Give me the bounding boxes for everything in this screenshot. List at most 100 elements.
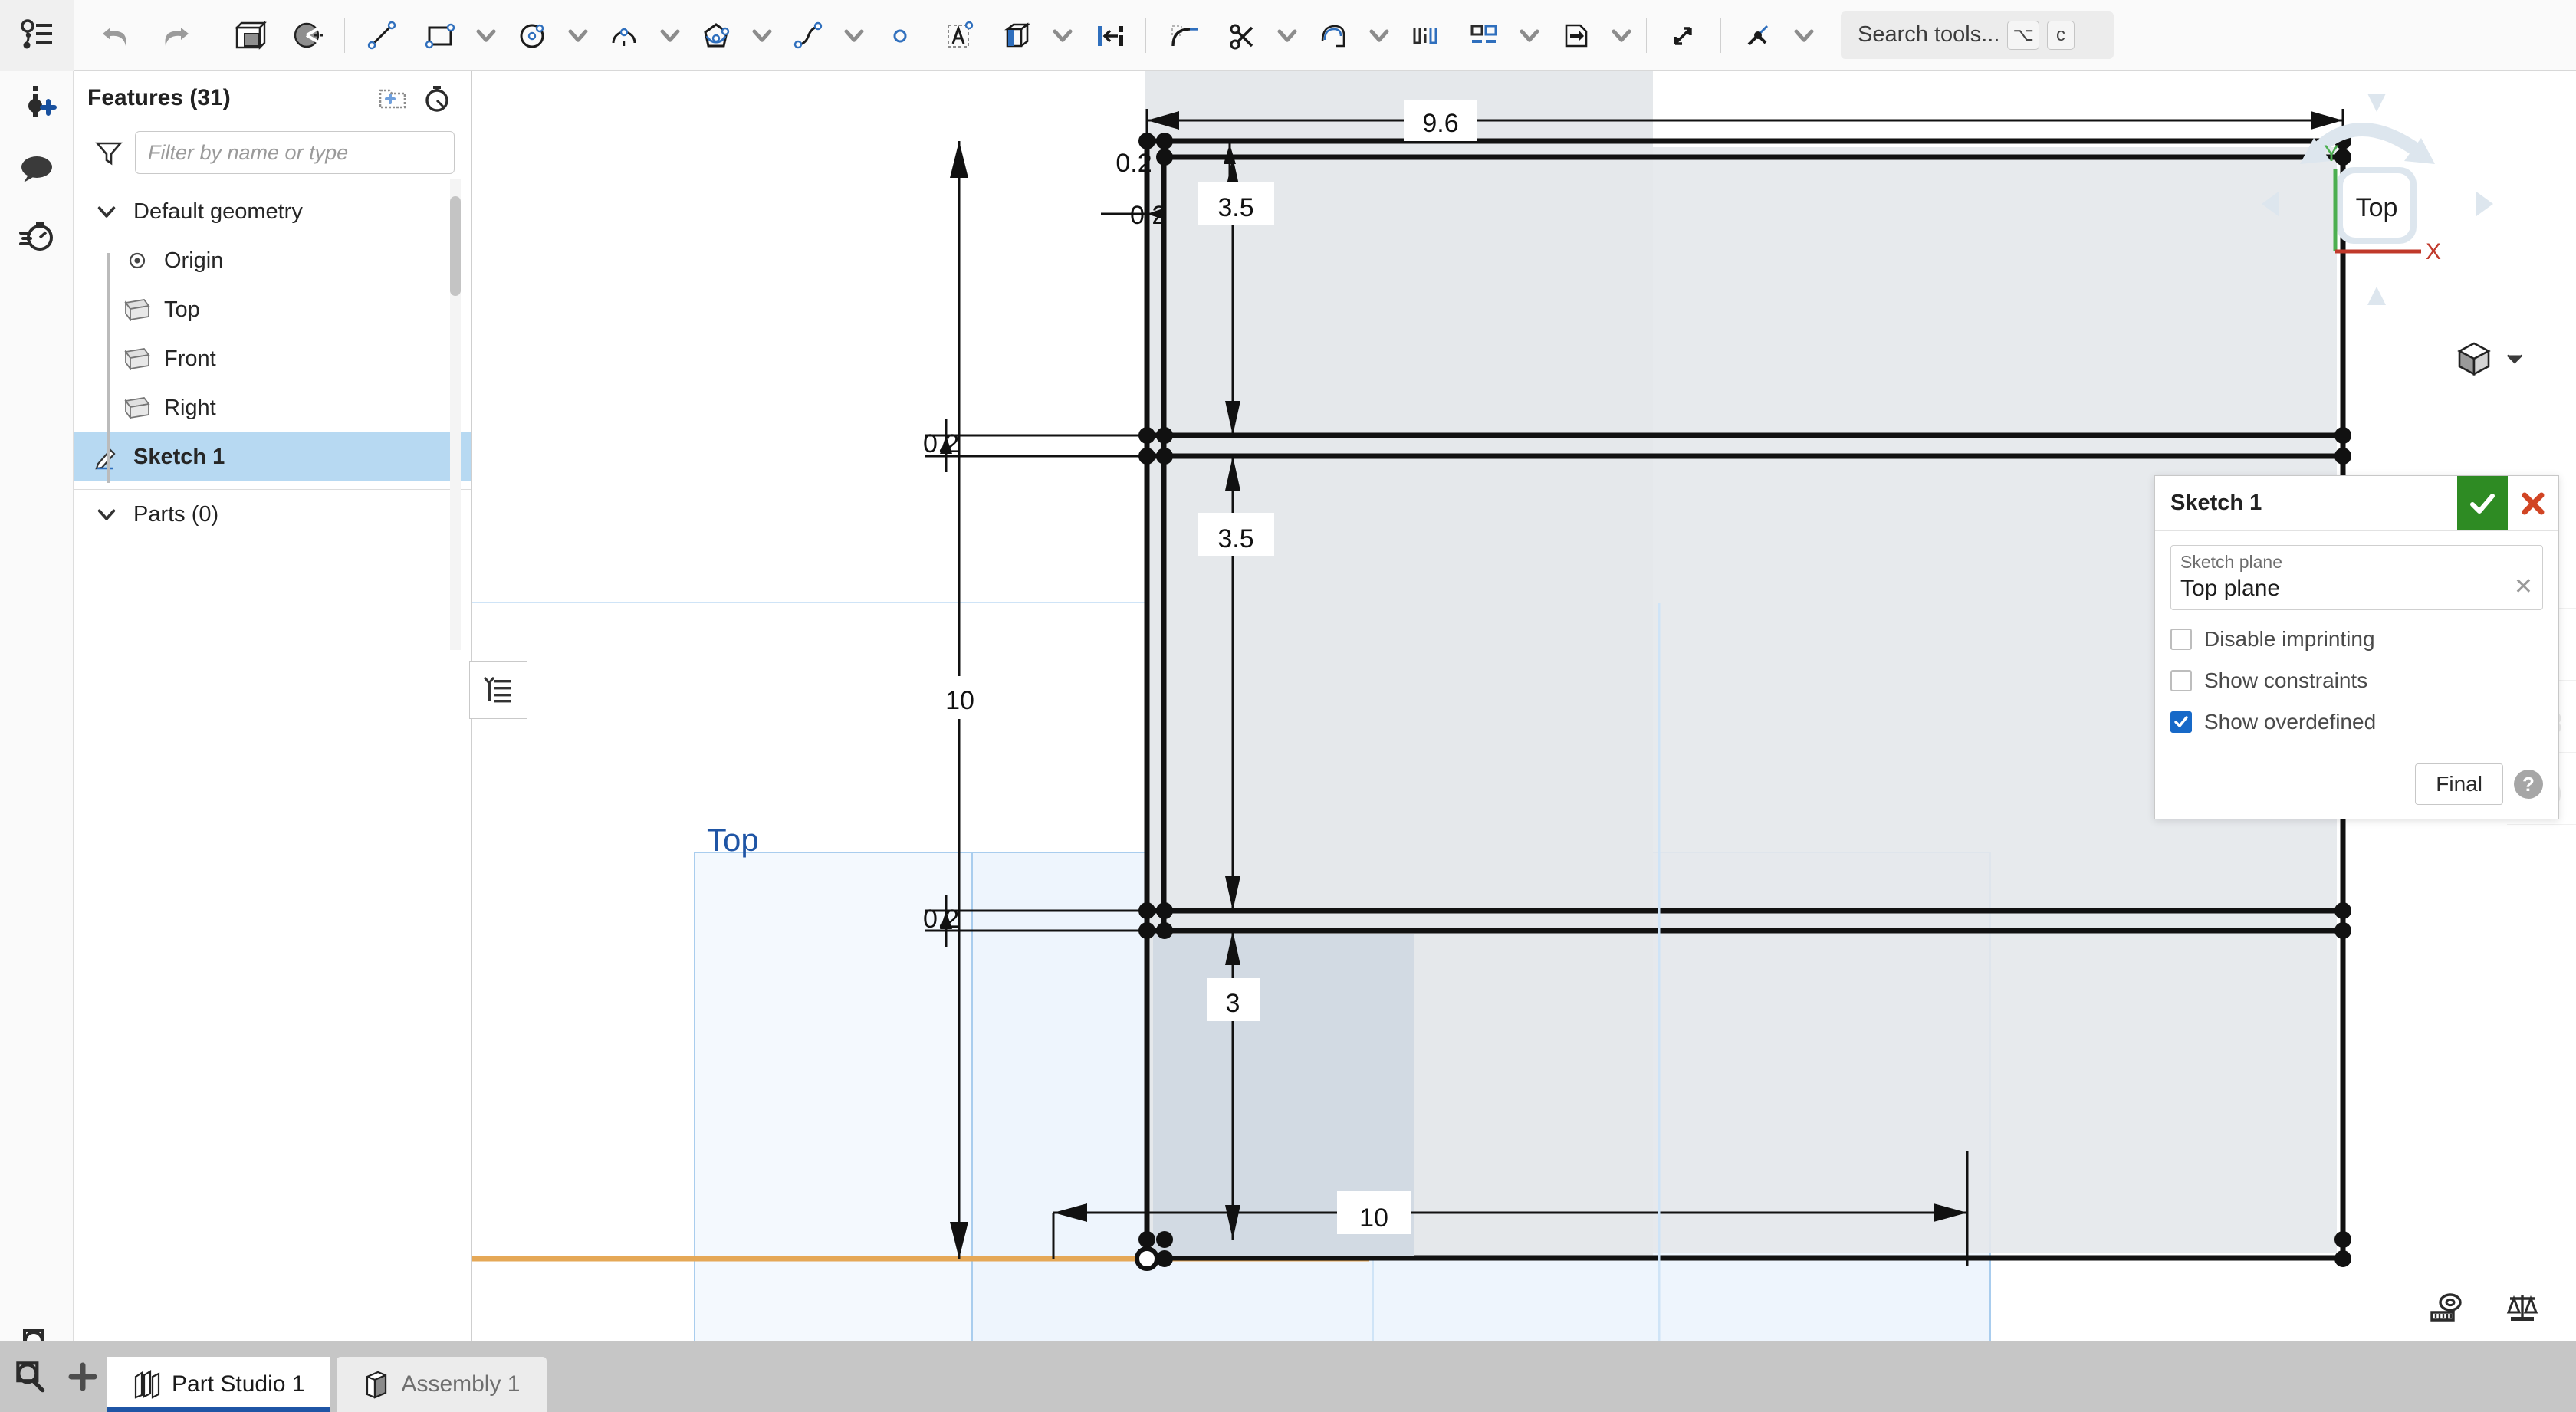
feature-filter-input[interactable]	[135, 131, 455, 174]
constraint-dropdown-caret[interactable]	[1787, 6, 1821, 64]
feature-tree-body[interactable]: Default geometry Origin Top Front	[74, 179, 472, 1341]
spline-dropdown-caret[interactable]	[837, 6, 871, 64]
search-input[interactable]: Search tools...	[1858, 22, 1999, 48]
tree-group-label: Parts (0)	[133, 502, 219, 527]
chevron-down-icon	[475, 24, 498, 47]
arc-tool-button[interactable]	[595, 6, 653, 64]
measure-tape-button[interactable]	[2427, 1289, 2464, 1326]
fillet-tool-button[interactable]	[1154, 6, 1212, 64]
tab-label: Assembly 1	[401, 1371, 520, 1397]
import-dxf-button[interactable]	[1546, 6, 1605, 64]
extend-dropdown-caret[interactable]	[1362, 6, 1396, 64]
sidebar-item-right-plane[interactable]: Right	[74, 383, 472, 432]
checkbox-box[interactable]	[2170, 629, 2192, 650]
chevron-down-icon	[1051, 24, 1074, 47]
polygon-dropdown-caret[interactable]	[745, 6, 779, 64]
sketch-dialog-footer: Final ?	[2155, 745, 2558, 819]
linear-pattern-button[interactable]	[1454, 6, 1513, 64]
tab-assembly-1[interactable]: Assembly 1	[337, 1357, 546, 1412]
undo-button[interactable]	[87, 6, 146, 64]
rectangle-dropdown-caret[interactable]	[469, 6, 503, 64]
trim-dropdown-caret[interactable]	[1270, 6, 1304, 64]
zoom-to-fit-bottom-button[interactable]	[11, 1357, 51, 1397]
polygon-tool-button[interactable]	[687, 6, 745, 64]
new-folder-icon	[377, 83, 408, 113]
canvas-status-icons	[2427, 1289, 2541, 1326]
funnel-filter-icon[interactable]	[94, 137, 124, 168]
chevron-down-icon	[90, 195, 123, 228]
part-studio-button[interactable]	[220, 6, 278, 64]
sidebar-item-origin[interactable]: Origin	[74, 236, 472, 285]
comments-rail-button[interactable]	[0, 136, 74, 202]
checkbox-disable-imprinting[interactable]: Disable imprinting	[2170, 627, 2543, 652]
perspective-toggle[interactable]	[2453, 337, 2525, 379]
rectangle-tool-button[interactable]	[411, 6, 469, 64]
tree-group-connector	[107, 253, 110, 483]
line-tool-button[interactable]	[353, 6, 411, 64]
arc-icon	[606, 17, 642, 54]
arc-dropdown-caret[interactable]	[653, 6, 687, 64]
plus-icon	[65, 1359, 100, 1394]
x-clear-icon[interactable]: ✕	[2514, 573, 2533, 600]
new-folder-button[interactable]	[375, 80, 410, 116]
use-projection-dropdown-caret[interactable]	[1046, 6, 1079, 64]
extend-tool-button[interactable]	[1304, 6, 1362, 64]
view-cube-widget: Top Y X	[2223, 84, 2530, 314]
trim-tool-button[interactable]	[1212, 6, 1270, 64]
part-studio-tab-icon	[133, 1370, 161, 1399]
dxf-import-icon	[1557, 17, 1594, 54]
rollback-history-button[interactable]	[419, 80, 455, 116]
sketch-plane-field[interactable]: Sketch plane Top plane ✕	[2170, 545, 2543, 610]
redo-button[interactable]	[146, 6, 204, 64]
chevron-down-icon	[659, 24, 682, 47]
top-plane-label: Top	[707, 822, 759, 858]
tree-group-parts[interactable]: Parts (0)	[74, 490, 472, 539]
sketch-cancel-button[interactable]	[2508, 476, 2558, 530]
import-dropdown-caret[interactable]	[1605, 6, 1638, 64]
sidebar-item-sketch-1[interactable]: Sketch 1	[74, 432, 472, 481]
tree-group-default-geometry[interactable]: Default geometry	[74, 187, 472, 236]
mirror-tool-button[interactable]	[1396, 6, 1454, 64]
view-cube[interactable]: Top Y X	[2223, 84, 2530, 314]
plane-icon	[121, 294, 153, 326]
checkbox-show-overdefined[interactable]: Show overdefined	[2170, 710, 2543, 734]
mass-properties-scale-icon	[2504, 1289, 2541, 1326]
search-shortcut-key: c	[2047, 21, 2075, 50]
checkbox-show-constraints[interactable]: Show constraints	[2170, 668, 2543, 693]
sidebar-item-top-plane[interactable]: Top	[74, 285, 472, 334]
add-tab-button[interactable]	[58, 1341, 107, 1412]
dimension-overall-width: 9.6	[1422, 109, 1458, 138]
tree-item-label: Sketch 1	[133, 445, 225, 470]
offset-tool-button[interactable]	[1079, 6, 1138, 64]
text-tool-button[interactable]	[929, 6, 987, 64]
dimension-chamber2-height: 3.5	[1217, 524, 1254, 553]
final-button[interactable]: Final	[2415, 763, 2503, 805]
circle-dropdown-caret[interactable]	[561, 6, 595, 64]
checkbox-box[interactable]	[2170, 670, 2192, 691]
add-feature-rail-button[interactable]	[0, 71, 74, 136]
sidebar-item-front-plane[interactable]: Front	[74, 334, 472, 383]
point-tool-button[interactable]	[871, 6, 929, 64]
dimension-tool-button[interactable]	[1654, 6, 1713, 64]
mass-properties-button[interactable]	[2504, 1289, 2541, 1326]
section-view-button[interactable]	[278, 6, 337, 64]
history-rail-button[interactable]	[0, 202, 74, 268]
search-tools-box[interactable]: Search tools... ⌥ c	[1841, 11, 2114, 59]
tab-part-studio-1[interactable]: Part Studio 1	[107, 1357, 330, 1412]
feature-tree-scrollbar[interactable]	[450, 196, 461, 296]
use-projection-button[interactable]	[987, 6, 1046, 64]
spline-tool-button[interactable]	[779, 6, 837, 64]
sketch-list-panel[interactable]	[469, 661, 527, 719]
circle-tool-button[interactable]	[503, 6, 561, 64]
constraint-tool-button[interactable]	[1729, 6, 1787, 64]
section-view-icon	[289, 17, 326, 54]
question-help-icon[interactable]: ?	[2514, 770, 2543, 799]
use-project-icon	[998, 17, 1035, 54]
circle-icon	[514, 17, 550, 54]
pattern-dropdown-caret[interactable]	[1513, 6, 1546, 64]
extend-icon	[1315, 17, 1352, 54]
checkbox-box[interactable]	[2170, 711, 2192, 733]
sketch-confirm-button[interactable]	[2457, 476, 2508, 530]
feature-list-toggle-button[interactable]	[0, 0, 74, 71]
polygon-icon	[698, 17, 734, 54]
